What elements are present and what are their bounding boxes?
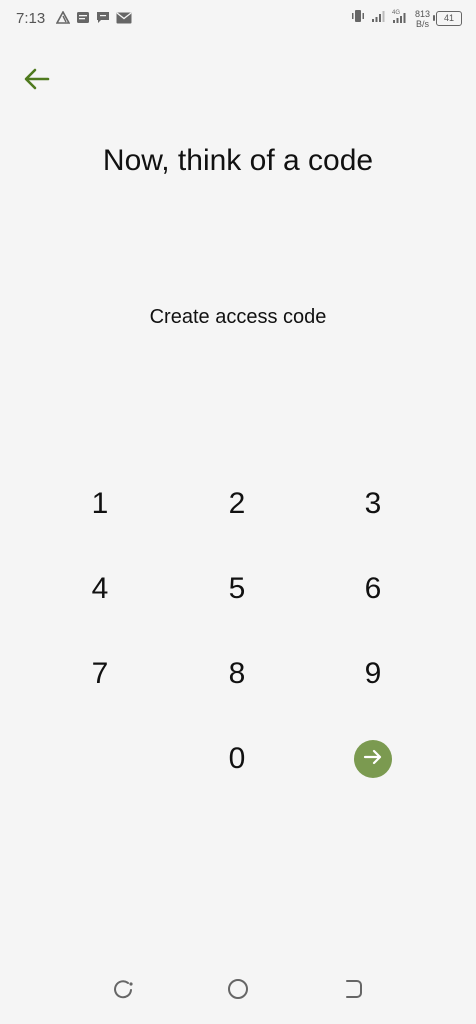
arrow-right-icon <box>363 748 383 771</box>
page-title: Now, think of a code <box>102 144 374 177</box>
submit-button[interactable] <box>354 740 392 778</box>
signal-icon <box>371 9 385 28</box>
create-code-label: Create access code <box>149 306 327 328</box>
key-4[interactable]: 4 <box>60 554 140 624</box>
key-6[interactable]: 6 <box>333 554 413 624</box>
4g-signal-icon: 4G <box>391 8 409 29</box>
status-time: 7:13 <box>16 10 46 27</box>
key-9[interactable]: 9 <box>333 639 413 709</box>
status-right: 4G 813 B/s 41 <box>351 8 462 29</box>
key-1[interactable]: 1 <box>60 469 140 539</box>
network-speed-value: 813 <box>414 8 430 19</box>
home-icon <box>226 977 250 1006</box>
arrow-left-icon <box>24 68 50 95</box>
triangle-icon <box>55 10 71 29</box>
recent-apps-icon <box>111 977 135 1006</box>
key-3[interactable]: 3 <box>333 469 413 539</box>
home-button[interactable] <box>223 976 253 1006</box>
key-8[interactable]: 8 <box>197 639 277 709</box>
key-2[interactable]: 2 <box>197 469 277 539</box>
notes-icon <box>76 11 90 29</box>
key-7[interactable]: 7 <box>60 639 140 709</box>
network-speed-unit: B/s <box>415 18 429 29</box>
key-0[interactable]: 0 <box>197 724 277 794</box>
back-nav-button[interactable] <box>338 976 368 1006</box>
vibrate-icon <box>351 9 365 28</box>
message-icon <box>96 11 110 29</box>
screen: 7:13 4G 8 13 B/s 41 Now, think of a code … <box>0 0 476 1024</box>
svg-text:4G: 4G <box>392 10 400 16</box>
navigation-bar <box>0 960 476 1024</box>
recent-apps-button[interactable] <box>108 976 138 1006</box>
battery-level: 41 <box>443 13 454 23</box>
back-nav-icon <box>341 977 365 1006</box>
battery-icon: 41 <box>433 11 462 26</box>
key-5[interactable]: 5 <box>197 554 277 624</box>
network-speed: 813 B/s <box>415 9 430 29</box>
mail-icon <box>116 11 132 29</box>
back-button[interactable] <box>18 62 56 100</box>
status-left-icons <box>55 10 132 29</box>
status-bar: 7:13 4G 813 B/s 41 <box>0 0 476 40</box>
